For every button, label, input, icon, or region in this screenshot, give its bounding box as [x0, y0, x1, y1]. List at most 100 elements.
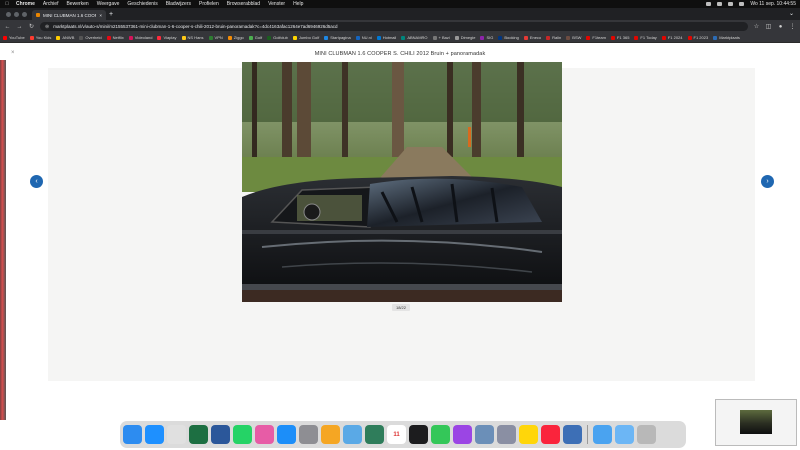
extensions-icon[interactable]: ◫: [765, 23, 772, 30]
bookmark-label: Golfclub: [273, 35, 288, 40]
menu-chrome[interactable]: Chrome: [16, 1, 35, 7]
maximize-window-button[interactable]: [22, 12, 27, 17]
bookmark-item[interactable]: BSW: [566, 35, 581, 40]
bookmark-item[interactable]: F1team: [586, 35, 606, 40]
forward-icon[interactable]: →: [16, 24, 23, 30]
bookmark-item[interactable]: Videoland: [128, 35, 152, 40]
address-bar[interactable]: ⊜ marktplaats.nl/v/auto-s/mini/m21555373…: [40, 22, 748, 31]
menu-help[interactable]: Help: [293, 1, 303, 7]
bookmark-item[interactable]: F1 2023: [687, 35, 709, 40]
car-photo[interactable]: [242, 62, 562, 302]
menubar-clock[interactable]: Wo 11 sep. 10:44:55: [750, 1, 796, 7]
bookmark-item[interactable]: Viaplay: [157, 35, 177, 40]
bookmark-item[interactable]: Hotmail: [376, 35, 397, 40]
bookmark-item[interactable]: Ziggo: [227, 35, 244, 40]
apple-menu-icon[interactable]: : [4, 1, 10, 7]
bookmark-label: NS Hans: [187, 35, 204, 40]
bookmark-item[interactable]: + Bazi: [432, 35, 450, 40]
tab-search-icon[interactable]: ⌄: [789, 10, 794, 17]
bookmark-item[interactable]: SIG: [480, 35, 493, 40]
bookmark-item[interactable]: Netflix: [106, 35, 124, 40]
menu-weergave[interactable]: Weergave: [97, 1, 120, 7]
bookmark-label: Hotmail: [382, 35, 397, 40]
bookmark-item[interactable]: Eneco: [523, 35, 541, 40]
trash-icon[interactable]: [637, 425, 656, 444]
bookmark-item[interactable]: Booking: [498, 35, 519, 40]
control-center-icon[interactable]: [739, 2, 745, 6]
bookmark-item[interactable]: ABNAMRO: [401, 35, 428, 40]
bookmark-item[interactable]: F1 Today: [634, 35, 657, 40]
calendar-icon[interactable]: 11: [387, 425, 406, 444]
time-machine-icon[interactable]: [365, 425, 384, 444]
whatsapp-icon[interactable]: [233, 425, 252, 444]
bookmark-item[interactable]: Startpagina: [324, 35, 351, 40]
safari-icon[interactable]: [145, 425, 164, 444]
bookmark-item[interactable]: F1 365: [610, 35, 629, 40]
status-item-icon[interactable]: [717, 2, 723, 6]
screens-icon[interactable]: [255, 425, 274, 444]
menu-geschiedenis[interactable]: Geschiedenis: [127, 1, 157, 7]
close-tab-icon[interactable]: ×: [99, 13, 102, 18]
bookmark-item[interactable]: Jumbo Golf: [292, 35, 319, 40]
minimize-window-button[interactable]: [14, 12, 19, 17]
finder-icon[interactable]: [123, 425, 142, 444]
bookmark-item[interactable]: NS Hans: [181, 35, 204, 40]
menu-profielen[interactable]: Profielen: [199, 1, 219, 7]
bookmark-label: + Bazi: [438, 35, 450, 40]
bookmark-item[interactable]: You Kids: [29, 35, 51, 40]
system-settings-icon[interactable]: [299, 425, 318, 444]
site-info-icon[interactable]: ⊜: [45, 24, 49, 30]
bookmark-item[interactable]: VPN: [208, 35, 223, 40]
word-icon[interactable]: [211, 425, 230, 444]
bookmark-item[interactable]: Ralin: [546, 35, 561, 40]
menu-bewerken[interactable]: Bewerken: [66, 1, 88, 7]
bookmark-favicon-icon: [480, 35, 485, 40]
bookmark-item[interactable]: NU.nl: [355, 35, 372, 40]
close-window-button[interactable]: [6, 12, 11, 17]
bookmark-favicon-icon: [661, 35, 666, 40]
facetime-icon[interactable]: [431, 425, 450, 444]
bookmark-star-icon[interactable]: ☆: [753, 23, 760, 30]
back-icon[interactable]: ←: [4, 24, 11, 30]
profile-icon[interactable]: ●: [777, 24, 784, 30]
notes-icon[interactable]: [519, 425, 538, 444]
previous-image-button[interactable]: ‹: [30, 175, 43, 188]
podcasts-icon[interactable]: [453, 425, 472, 444]
preview-icon[interactable]: [343, 425, 362, 444]
image-counter: 18/22: [392, 304, 410, 311]
downloads-folder-icon[interactable]: [593, 425, 612, 444]
bookmark-item[interactable]: Golf: [248, 35, 262, 40]
menu-browserabblad[interactable]: Browserabblad: [227, 1, 260, 7]
next-image-button[interactable]: ›: [761, 175, 774, 188]
status-item-icon[interactable]: [706, 2, 712, 6]
bookmark-item[interactable]: F1 2024: [661, 35, 683, 40]
bookmark-item[interactable]: Dimegie: [454, 35, 475, 40]
browser-tab-active[interactable]: MINI CLUBMAN 1.6 COOPER... ×: [32, 10, 106, 20]
wifi-icon[interactable]: [728, 2, 734, 6]
screenshot-thumbnail-preview[interactable]: [715, 399, 797, 446]
chrome-menu-icon[interactable]: ⋮: [789, 23, 796, 30]
bookmark-label: F1 2023: [693, 35, 709, 40]
image-capture-icon[interactable]: [475, 425, 494, 444]
reload-icon[interactable]: ↻: [28, 23, 35, 30]
applications-folder-icon[interactable]: [615, 425, 634, 444]
menu-archief[interactable]: Archief: [43, 1, 59, 7]
control-center-icon[interactable]: [563, 425, 582, 444]
photos-icon[interactable]: [321, 425, 340, 444]
excel-icon[interactable]: [189, 425, 208, 444]
clock-icon[interactable]: [409, 425, 428, 444]
music-icon[interactable]: [541, 425, 560, 444]
bookmark-item[interactable]: ANWB: [56, 35, 74, 40]
chrome-icon[interactable]: [167, 425, 186, 444]
new-tab-button[interactable]: +: [109, 10, 113, 19]
bookmark-favicon-icon: [376, 35, 381, 40]
launchpad-icon[interactable]: [497, 425, 516, 444]
bookmark-label: Startpagina: [330, 35, 351, 40]
app-store-icon[interactable]: [277, 425, 296, 444]
bookmark-item[interactable]: Golfclub: [267, 35, 288, 40]
menu-venster[interactable]: Venster: [268, 1, 285, 7]
bookmark-item[interactable]: Marktplaats: [713, 35, 740, 40]
bookmark-item[interactable]: Overheid: [79, 35, 102, 40]
menu-bladwijzers[interactable]: Bladwijzers: [166, 1, 191, 7]
bookmark-item[interactable]: YouTube: [3, 35, 25, 40]
